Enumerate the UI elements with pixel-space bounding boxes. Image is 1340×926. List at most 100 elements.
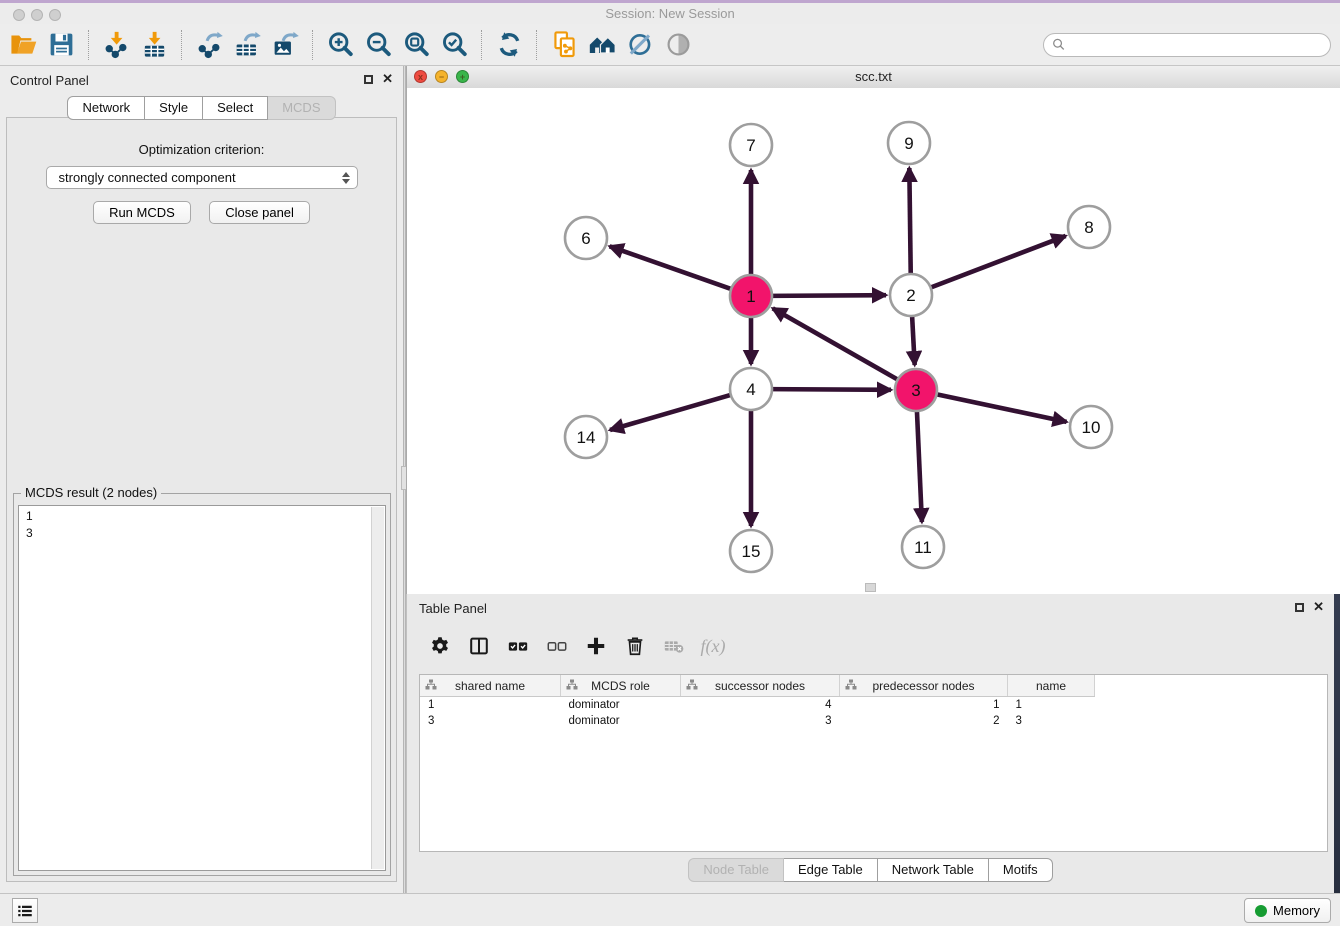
select-all-columns-button[interactable] <box>505 632 531 660</box>
table-panel-title: Table Panel <box>419 601 487 616</box>
save-session-button[interactable] <box>43 28 79 62</box>
toolbar-separator <box>88 30 89 60</box>
mcds-result-title: MCDS result (2 nodes) <box>21 485 161 500</box>
tab-style[interactable]: Style <box>145 96 203 120</box>
main-toolbar <box>0 24 1340 66</box>
control-panel-title: Control Panel <box>10 73 89 88</box>
column-header-predecessor-nodes[interactable]: predecessor nodes <box>840 675 1008 697</box>
network-window-title: scc.txt <box>407 66 1340 87</box>
zoom-in-button[interactable] <box>322 28 358 62</box>
toggle-graphics-details-button[interactable] <box>622 28 658 62</box>
zoom-selected-icon <box>440 30 469 59</box>
deselect-all-columns-button[interactable] <box>544 632 570 660</box>
table-panel-tabs: Node TableEdge TableNetwork TableMotifs <box>407 858 1334 882</box>
search-input[interactable] <box>1066 35 1330 55</box>
houses-icon <box>588 30 617 59</box>
canvas-resize-grip[interactable] <box>865 583 876 592</box>
edge-1-6[interactable] <box>610 246 733 289</box>
table-panel-header: Table Panel ✕ <box>407 594 1334 622</box>
network-overview-button[interactable] <box>584 28 620 62</box>
edge-3-1[interactable] <box>773 308 900 380</box>
export-image-icon <box>271 30 300 59</box>
search-field[interactable] <box>1043 33 1331 57</box>
network-canvas[interactable]: 7968124314101511 <box>407 88 1340 594</box>
edge-2-8[interactable] <box>929 236 1066 288</box>
panels-menu-button[interactable] <box>12 898 38 923</box>
window-zoom-button[interactable] <box>49 9 61 21</box>
new-network-from-selection-button[interactable] <box>546 28 582 62</box>
optimization-criterion-label: Optimization criterion: <box>7 142 396 157</box>
edge-1-2[interactable] <box>770 295 886 296</box>
edge-3-11[interactable] <box>917 409 922 522</box>
window-close-button[interactable] <box>13 9 25 21</box>
open-session-button[interactable] <box>5 28 41 62</box>
run-mcds-button[interactable]: Run MCDS <box>93 201 191 224</box>
column-header-mcds-role[interactable]: MCDS role <box>561 675 681 697</box>
table-row[interactable]: 1dominator411 <box>420 697 1095 714</box>
column-type-icon <box>686 679 698 690</box>
zoom-out-button[interactable] <box>360 28 396 62</box>
node-label-1: 1 <box>746 287 755 306</box>
window-minimize-button[interactable] <box>31 9 43 21</box>
create-column-button[interactable] <box>583 632 609 660</box>
network-graph[interactable]: 7968124314101511 <box>407 88 1339 593</box>
table-panel-close-button[interactable]: ✕ <box>1313 601 1324 613</box>
tab-network-table[interactable]: Network Table <box>878 858 989 882</box>
save-icon <box>47 30 76 59</box>
mcds-result-textarea[interactable]: 13 <box>18 505 386 871</box>
tab-select[interactable]: Select <box>203 96 268 120</box>
edge-2-3[interactable] <box>912 314 915 365</box>
tab-network[interactable]: Network <box>67 96 145 120</box>
tab-edge-table[interactable]: Edge Table <box>784 858 878 882</box>
delete-columns-button[interactable] <box>622 632 648 660</box>
toolbar-separator <box>312 30 313 60</box>
tab-motifs[interactable]: Motifs <box>989 858 1053 882</box>
column-header-successor-nodes[interactable]: successor nodes <box>681 675 840 697</box>
fx-icon: f(x) <box>701 636 726 657</box>
zoom-fit-button[interactable] <box>398 28 434 62</box>
table-cell: 4 <box>681 697 840 714</box>
show-column-panel-button[interactable] <box>466 632 492 660</box>
node-label-8: 8 <box>1084 218 1093 237</box>
control-panel-float-button[interactable] <box>364 75 373 84</box>
network-maximize-button[interactable]: + <box>456 70 469 83</box>
export-image-button[interactable] <box>267 28 303 62</box>
tab-mcds[interactable]: MCDS <box>268 96 335 120</box>
column-header-shared-name[interactable]: shared name <box>420 675 561 697</box>
table-cell: 1 <box>1008 697 1095 714</box>
tab-node-table[interactable]: Node Table <box>688 858 784 882</box>
edge-2-9[interactable] <box>909 168 910 276</box>
network-window-titlebar[interactable]: x − + scc.txt <box>407 66 1340 89</box>
network-close-button[interactable]: x <box>414 70 427 83</box>
result-scrollbar[interactable] <box>371 507 384 869</box>
function-builder-button[interactable]: f(x) <box>700 632 726 660</box>
zoom-selected-button[interactable] <box>436 28 472 62</box>
node-label-10: 10 <box>1082 418 1101 437</box>
control-panel-close-button[interactable]: ✕ <box>382 73 393 85</box>
network-minimize-button[interactable]: − <box>435 70 448 83</box>
column-header-name[interactable]: name <box>1008 675 1095 697</box>
trash-icon <box>624 635 646 657</box>
delete-table-button[interactable] <box>661 632 687 660</box>
close-panel-button[interactable]: Close panel <box>209 201 310 224</box>
table-row[interactable]: 3dominator323 <box>420 713 1095 729</box>
edge-4-3[interactable] <box>770 389 891 390</box>
export-table-button[interactable] <box>229 28 265 62</box>
table-panel-float-button[interactable] <box>1295 603 1304 612</box>
zoom-out-icon <box>364 30 393 59</box>
brush-slash-icon <box>626 30 655 59</box>
criterion-select[interactable]: strongly connected component <box>46 166 358 189</box>
table-cell: dominator <box>561 697 681 714</box>
refresh-button[interactable] <box>491 28 527 62</box>
table-options-button[interactable] <box>427 632 453 660</box>
birds-eye-view-button[interactable] <box>660 28 696 62</box>
import-network-button[interactable] <box>98 28 134 62</box>
import-table-button[interactable] <box>136 28 172 62</box>
memory-button[interactable]: Memory <box>1244 898 1331 923</box>
column-type-icon <box>566 679 578 690</box>
export-network-button[interactable] <box>191 28 227 62</box>
edge-4-14[interactable] <box>610 394 733 430</box>
edge-3-10[interactable] <box>935 394 1067 422</box>
node-label-6: 6 <box>581 229 590 248</box>
status-bar: Memory <box>0 893 1340 926</box>
